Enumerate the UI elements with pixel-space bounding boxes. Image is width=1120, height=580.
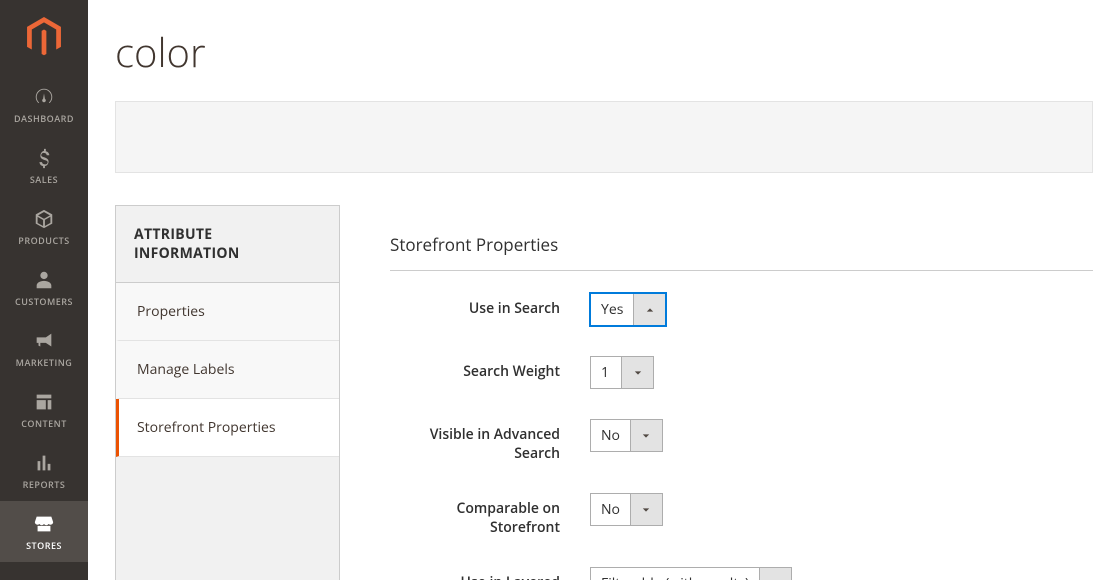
sidebar-item-reports[interactable]: REPORTS <box>0 440 88 501</box>
field-visible-advanced: Visible in Advanced Search No <box>390 419 1093 463</box>
label-layered-nav: Use in Layered Navigation <box>390 567 590 580</box>
tab-properties[interactable]: Properties <box>116 283 339 341</box>
chevron-down-icon[interactable] <box>630 494 662 525</box>
dashboard-icon <box>33 86 55 108</box>
products-icon <box>33 208 55 230</box>
sidebar-item-customers[interactable]: CUSTOMERS <box>0 257 88 318</box>
page-title: color <box>115 24 1093 79</box>
magento-logo[interactable] <box>0 0 88 74</box>
sidebar-item-stores[interactable]: STORES <box>0 501 88 562</box>
sales-icon <box>33 147 55 169</box>
sidebar-item-dashboard[interactable]: DASHBOARD <box>0 74 88 135</box>
field-comparable: Comparable on Storefront No <box>390 493 1093 537</box>
label-use-in-search: Use in Search <box>390 293 590 318</box>
label-visible-advanced: Visible in Advanced Search <box>390 419 590 463</box>
field-use-in-search: Use in Search Yes <box>390 293 1093 326</box>
select-layered-nav[interactable]: Filterable (with results) <box>590 567 792 580</box>
reports-icon <box>33 452 55 474</box>
sidebar-item-content[interactable]: CONTENT <box>0 379 88 440</box>
select-use-in-search[interactable]: Yes <box>590 293 666 326</box>
marketing-icon <box>33 330 55 352</box>
select-search-weight[interactable]: 1 <box>590 356 654 389</box>
field-search-weight: Search Weight 1 <box>390 356 1093 389</box>
chevron-down-icon[interactable] <box>630 420 662 451</box>
admin-sidebar: DASHBOARD SALES PRODUCTS CUSTOMERS MARKE… <box>0 0 88 580</box>
sidebar-item-sales[interactable]: SALES <box>0 135 88 196</box>
customers-icon <box>33 269 55 291</box>
section-title: Storefront Properties <box>390 233 1093 271</box>
chevron-up-icon[interactable] <box>633 294 665 325</box>
tab-storefront-properties[interactable]: Storefront Properties <box>116 399 339 457</box>
content-icon <box>33 391 55 413</box>
label-comparable: Comparable on Storefront <box>390 493 590 537</box>
main-content: color ATTRIBUTE INFORMATION Properties M… <box>88 0 1120 580</box>
tabs-header: ATTRIBUTE INFORMATION <box>116 206 339 283</box>
field-layered-nav: Use in Layered Navigation Filterable (wi… <box>390 567 1093 580</box>
chevron-down-icon[interactable] <box>621 357 653 388</box>
form-area: Storefront Properties Use in Search Yes … <box>390 205 1093 580</box>
message-banner <box>115 101 1093 173</box>
sidebar-item-marketing[interactable]: MARKETING <box>0 318 88 379</box>
stores-icon <box>33 513 55 535</box>
label-search-weight: Search Weight <box>390 356 590 381</box>
attribute-tabs: ATTRIBUTE INFORMATION Properties Manage … <box>115 205 340 580</box>
select-visible-advanced[interactable]: No <box>590 419 663 452</box>
chevron-down-icon[interactable] <box>759 568 791 580</box>
select-comparable[interactable]: No <box>590 493 663 526</box>
tab-manage-labels[interactable]: Manage Labels <box>116 341 339 399</box>
sidebar-item-products[interactable]: PRODUCTS <box>0 196 88 257</box>
